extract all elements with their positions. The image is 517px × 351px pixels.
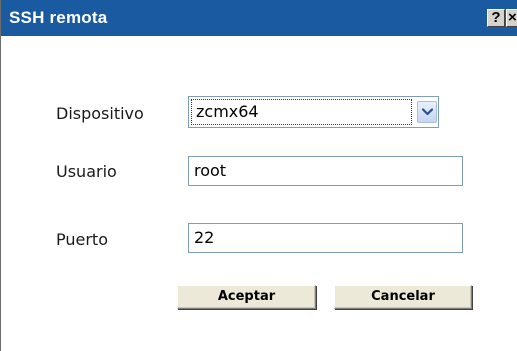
device-select-value: zcmx64: [191, 99, 412, 125]
accept-button[interactable]: Aceptar: [177, 285, 316, 309]
chevron-down-icon: [422, 108, 433, 116]
port-field[interactable]: 22: [188, 223, 463, 253]
close-button[interactable]: ×: [506, 9, 517, 27]
dialog-titlebar[interactable]: SSH remota ? ×: [1, 0, 517, 36]
help-button[interactable]: ?: [487, 9, 505, 27]
cancel-button[interactable]: Cancelar: [334, 285, 472, 309]
device-select[interactable]: zcmx64: [188, 96, 439, 128]
device-label: Dispositivo: [56, 104, 144, 123]
dialog-title: SSH remota: [9, 8, 108, 27]
ssh-dialog: SSH remota ? × Dispositivo zcmx64 Usuari…: [0, 0, 517, 351]
user-field[interactable]: root: [188, 156, 463, 186]
user-label: Usuario: [56, 162, 117, 181]
port-label: Puerto: [56, 230, 108, 249]
device-select-arrow[interactable]: [417, 101, 437, 123]
